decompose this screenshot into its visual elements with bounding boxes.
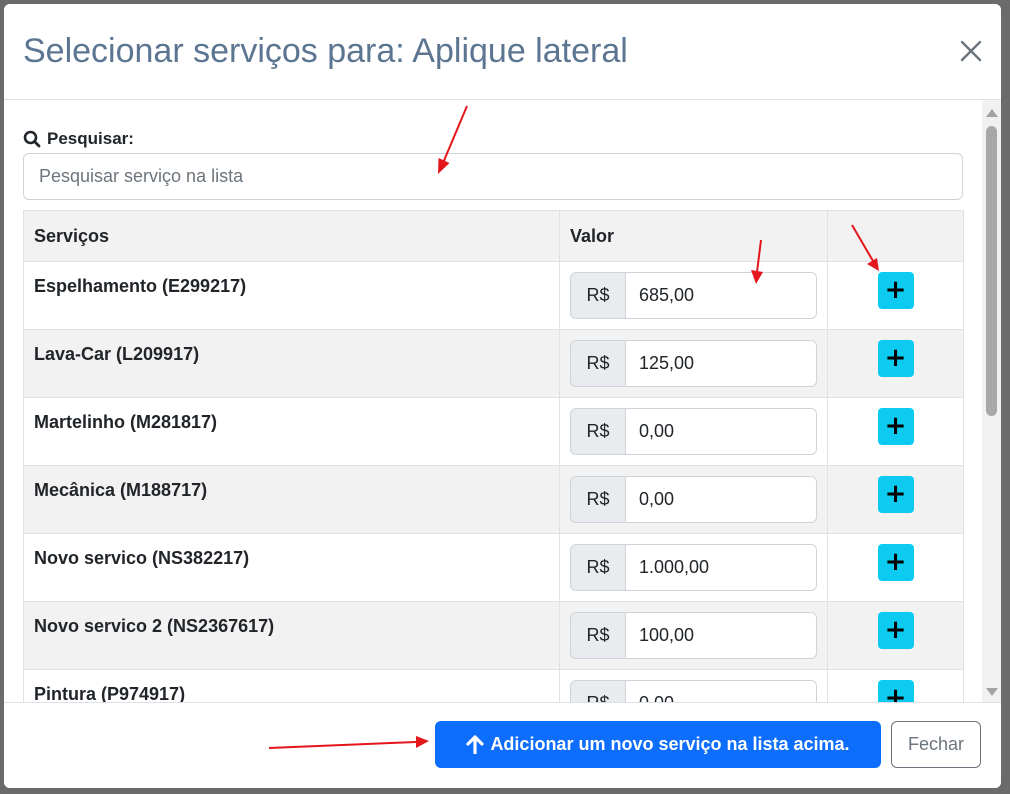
add-cell: + [827,397,964,466]
service-name-cell: Espelhamento (E299217) [23,261,560,330]
value-input-group: R$ [570,544,817,591]
add-service-button[interactable]: + [877,476,914,513]
add-service-button[interactable]: + [877,408,914,445]
value-input-group: R$ [570,272,817,319]
service-name: Martelinho (M281817) [34,412,218,432]
plus-icon: + [884,547,907,577]
modal-title: Selecionar serviços para: Aplique latera… [23,32,628,70]
currency-prefix: R$ [570,680,625,702]
value-input[interactable] [625,544,817,591]
value-input[interactable] [625,476,817,523]
search-label-text: Pesquisar: [47,129,134,148]
search-icon [23,130,41,148]
service-value-cell: R$ [559,329,828,398]
service-name: Lava-Car (L209917) [34,344,200,364]
modal-footer: Adicionar um novo serviço na lista acima… [4,702,1001,788]
select-services-modal: Selecionar serviços para: Aplique latera… [4,4,1001,788]
add-cell: + [827,465,964,534]
service-name-cell: Novo servico 2 (NS2367617) [23,601,560,670]
value-input[interactable] [625,408,817,455]
add-service-button[interactable]: + [877,340,914,377]
value-input-group: R$ [570,612,817,659]
table-row: Espelhamento (E299217) R$ + [23,261,964,330]
add-service-button[interactable]: + [877,544,914,581]
service-name: Espelhamento (E299217) [34,276,247,296]
service-value-cell: R$ [559,669,828,702]
service-value-cell: R$ [559,261,828,330]
scroll-up-arrow-icon[interactable] [986,109,998,117]
service-name: Novo servico 2 (NS2367617) [34,616,275,636]
value-input-group: R$ [570,408,817,455]
value-input-group: R$ [570,476,817,523]
value-input[interactable] [625,612,817,659]
service-value-cell: R$ [559,465,828,534]
service-name: Mecânica (M188717) [34,480,208,500]
service-name-cell: Mecânica (M188717) [23,465,560,534]
service-value-cell: R$ [559,533,828,602]
currency-prefix: R$ [570,340,625,387]
arrow-up-icon [466,735,485,754]
add-cell: + [827,601,964,670]
table-header-row: Serviços Valor [23,210,964,262]
modal-header: Selecionar serviços para: Aplique latera… [4,4,1001,100]
plus-icon: + [884,275,907,305]
header-services: Serviços [23,210,560,262]
service-value-cell: R$ [559,397,828,466]
value-input[interactable] [625,272,817,319]
add-cell: + [827,261,964,330]
scrollbar[interactable] [982,100,1001,702]
currency-prefix: R$ [570,408,625,455]
add-new-service-label: Adicionar um novo serviço na lista acima… [490,734,850,754]
value-input[interactable] [625,680,817,702]
close-icon [960,40,982,62]
table-row: Mecânica (M188717) R$ + [23,465,964,534]
table-row: Novo servico 2 (NS2367617) R$ + [23,601,964,670]
service-name-cell: Pintura (P974917) [23,669,560,702]
close-button[interactable] [956,36,986,66]
add-cell: + [827,329,964,398]
modal-body: Pesquisar: Serviços Valor Espelhamento (… [4,100,1001,702]
scroll-down-arrow-icon[interactable] [986,688,998,696]
service-name-cell: Novo servico (NS382217) [23,533,560,602]
service-name: Pintura (P974917) [34,684,186,702]
table-row: Lava-Car (L209917) R$ + [23,329,964,398]
service-value-cell: R$ [559,601,828,670]
add-service-button[interactable]: + [877,612,914,649]
add-cell: + [827,669,964,702]
currency-prefix: R$ [570,544,625,591]
currency-prefix: R$ [570,612,625,659]
table-row: Novo servico (NS382217) R$ + [23,533,964,602]
services-table-body: Espelhamento (E299217) R$ + Lava-Car (L2… [23,261,964,702]
add-service-button[interactable]: + [877,680,914,702]
header-value: Valor [559,210,828,262]
header-actions [827,210,964,262]
plus-icon: + [884,479,907,509]
table-row: Pintura (P974917) R$ + [23,669,964,702]
service-name-cell: Martelinho (M281817) [23,397,560,466]
search-input[interactable] [23,153,963,200]
add-service-button[interactable]: + [877,272,914,309]
currency-prefix: R$ [570,272,625,319]
currency-prefix: R$ [570,476,625,523]
table-row: Martelinho (M281817) R$ + [23,397,964,466]
plus-icon: + [884,343,907,373]
close-footer-button[interactable]: Fechar [891,721,981,768]
add-cell: + [827,533,964,602]
value-input-group: R$ [570,680,817,702]
scroll-thumb[interactable] [986,126,997,416]
plus-icon: + [884,411,907,441]
value-input-group: R$ [570,340,817,387]
service-name-cell: Lava-Car (L209917) [23,329,560,398]
service-name: Novo servico (NS382217) [34,548,250,568]
plus-icon: + [884,615,907,645]
search-label: Pesquisar: [23,128,134,150]
services-table: Serviços Valor Espelhamento (E299217) R$… [23,210,964,702]
plus-icon: + [884,683,907,702]
add-new-service-button[interactable]: Adicionar um novo serviço na lista acima… [435,721,881,768]
value-input[interactable] [625,340,817,387]
